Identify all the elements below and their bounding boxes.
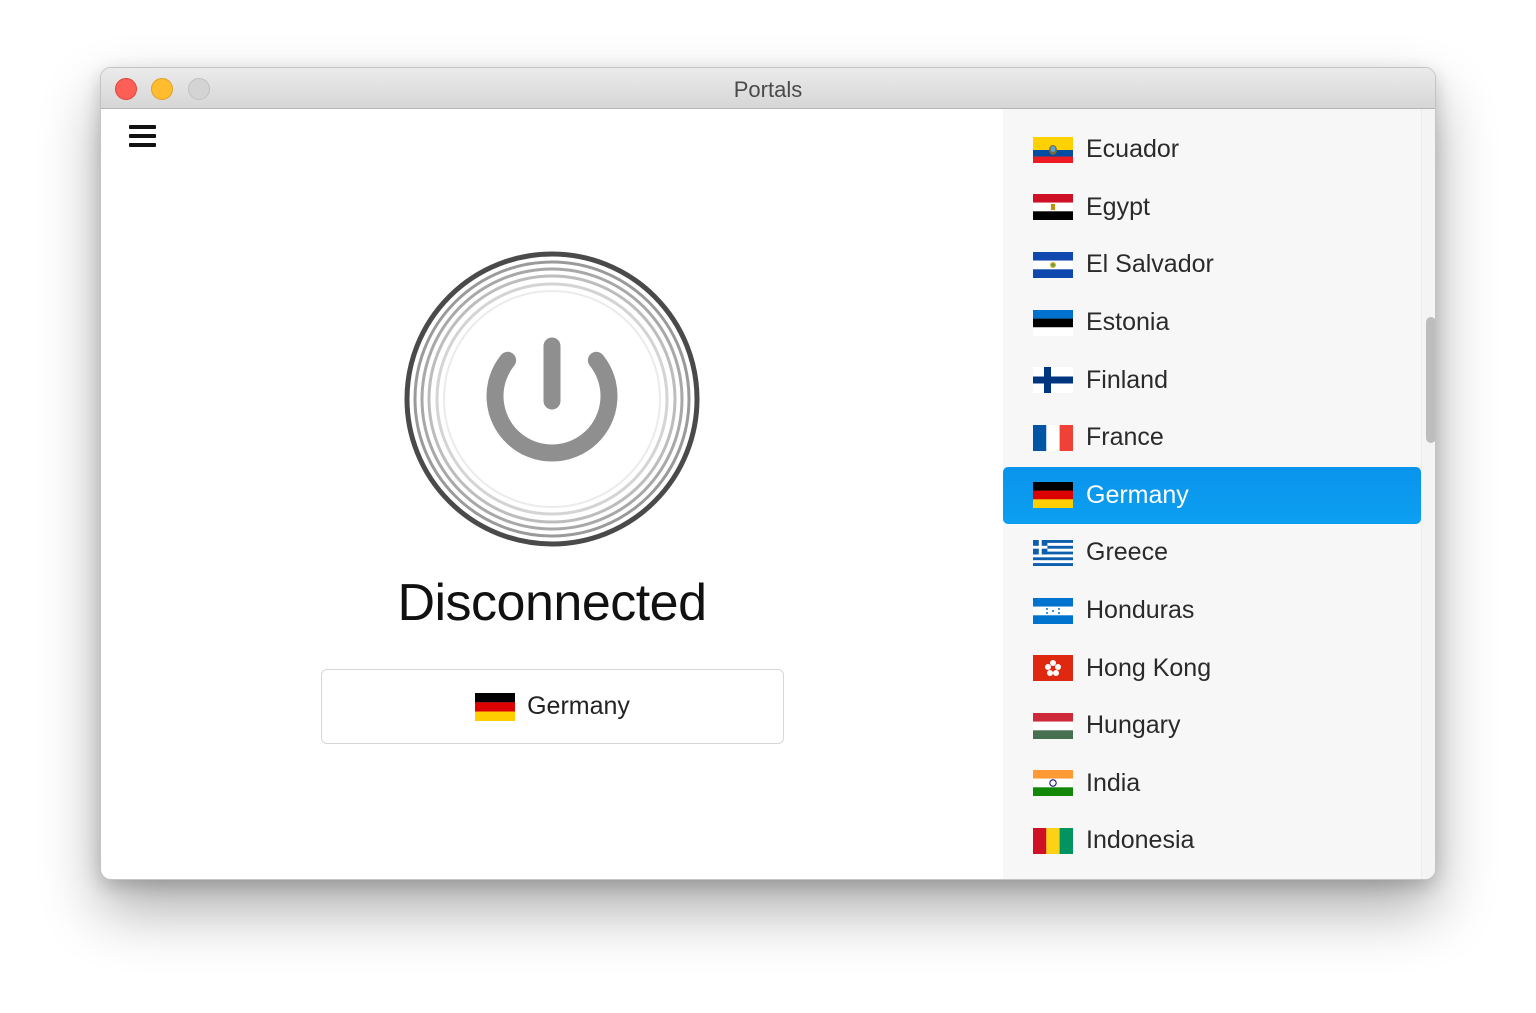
country-name: El Salvador — [1086, 250, 1214, 279]
honduras-flag-icon — [1033, 597, 1073, 624]
country-name: Egypt — [1086, 192, 1150, 221]
country-name: Indonesia — [1086, 826, 1195, 855]
hungary-flag-icon — [1033, 712, 1073, 739]
country-name: Hungary — [1086, 711, 1181, 740]
hong-kong-flag-icon — [1033, 655, 1073, 682]
country-row-indonesia[interactable]: Indonesia — [1003, 812, 1421, 870]
country-row-estonia[interactable]: Estonia — [1003, 294, 1421, 352]
india-flag-icon — [1033, 770, 1073, 797]
country-row-germany[interactable]: Germany — [1003, 466, 1421, 525]
country-row-india[interactable]: India — [1003, 755, 1421, 813]
greece-flag-icon — [1033, 539, 1073, 566]
country-list-scrollbar[interactable] — [1421, 109, 1435, 879]
country-name: Estonia — [1086, 308, 1170, 337]
power-icon — [404, 251, 700, 547]
selected-location-label: Germany — [527, 692, 630, 720]
title-bar[interactable]: Portals — [101, 68, 1435, 109]
country-name: Hong Kong — [1086, 653, 1212, 682]
country-name: Germany — [1086, 480, 1189, 509]
germany-flag-icon — [475, 692, 516, 721]
country-row-honduras[interactable]: Honduras — [1003, 582, 1421, 640]
country-row-hong-kong[interactable]: Hong Kong — [1003, 639, 1421, 697]
country-row-france[interactable]: France — [1003, 409, 1421, 467]
country-name: France — [1086, 423, 1164, 452]
country-name: India — [1086, 768, 1141, 797]
ecuador-flag-icon — [1033, 136, 1073, 163]
country-name: Honduras — [1086, 596, 1195, 625]
connection-status: Disconnected — [397, 574, 707, 632]
country-name: Greece — [1086, 538, 1168, 567]
hamburger-menu-icon[interactable] — [129, 124, 156, 148]
finland-flag-icon — [1033, 367, 1073, 394]
country-row-el-salvador[interactable]: El Salvador — [1003, 236, 1421, 294]
scrollbar-thumb[interactable] — [1426, 317, 1435, 443]
germany-flag-icon — [1033, 482, 1073, 509]
country-row-hungary[interactable]: Hungary — [1003, 697, 1421, 755]
egypt-flag-icon — [1033, 194, 1073, 221]
window-title: Portals — [733, 77, 803, 102]
location-selector-button[interactable]: Germany — [321, 669, 784, 744]
country-row-ecuador[interactable]: Ecuador — [1003, 121, 1421, 179]
france-flag-icon — [1033, 424, 1073, 451]
el-salvador-flag-icon — [1033, 251, 1073, 278]
estonia-flag-icon — [1033, 309, 1073, 336]
country-list-panel: Ecuador Egypt El Salvador Estonia Finlan… — [1003, 109, 1435, 879]
app-window: Portals Disconnected Germany Ecuador Egy… — [100, 67, 1436, 880]
indonesia-flag-icon — [1033, 827, 1073, 854]
country-name: Finland — [1086, 365, 1168, 394]
country-row-finland[interactable]: Finland — [1003, 351, 1421, 409]
country-row-greece[interactable]: Greece — [1003, 524, 1421, 582]
country-name: Ecuador — [1086, 135, 1180, 164]
power-button[interactable] — [402, 249, 702, 549]
country-row-egypt[interactable]: Egypt — [1003, 179, 1421, 237]
